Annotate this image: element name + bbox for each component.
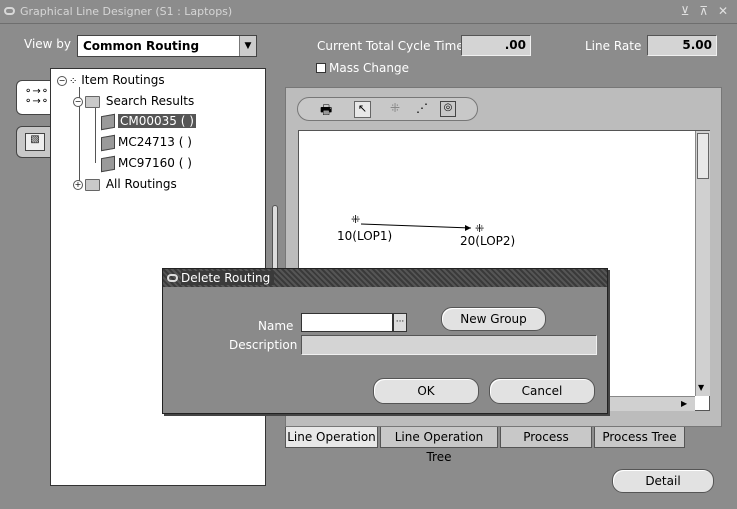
precedence-arrow[interactable] (360, 223, 472, 229)
vertical-scrollbar[interactable]: ▼ (695, 131, 710, 396)
new-group-button[interactable]: New Group (441, 307, 546, 331)
diagram-toolbar: 🖶 ↖ ⁜ ⋰ ◎ (297, 97, 478, 121)
zoom-fit-icon[interactable]: ◎ (440, 101, 456, 117)
collapse-icon[interactable]: − (73, 96, 83, 107)
tree-node-item-routings[interactable]: − ⁘ Item Routings (57, 73, 165, 87)
oracle-icon (4, 7, 15, 15)
item-cube-icon (101, 134, 115, 151)
line-rate-field[interactable]: 5.00 (647, 35, 717, 56)
ok-button[interactable]: OK (373, 378, 479, 404)
delete-routing-dialog: Delete Routing Name ··· New Group Descri… (162, 268, 608, 414)
node-icon[interactable]: ⁜ (390, 101, 400, 115)
tree-label: Search Results (105, 94, 195, 108)
scroll-thumb[interactable] (697, 133, 709, 179)
link-icon[interactable]: ⋰ (416, 101, 428, 115)
view-by-label: View by (24, 37, 72, 51)
name-label: Name (258, 319, 294, 333)
name-input[interactable] (301, 313, 393, 332)
tree-label: Item Routings (81, 73, 165, 87)
description-label: Description (229, 338, 298, 352)
tree-label: MC24713 ( ) (118, 135, 192, 149)
mass-change-checkbox[interactable] (316, 63, 326, 73)
tree-item-cm00035[interactable]: CM00035 ( ) (101, 113, 196, 130)
tree-node-all-routings[interactable]: + All Routings (73, 177, 177, 191)
node-icon[interactable]: ⁜ (351, 213, 360, 226)
oracle-icon (167, 274, 178, 282)
cycle-time-label: Current Total Cycle Time (317, 39, 464, 53)
scroll-right-icon[interactable]: ▶ (681, 399, 687, 408)
window-titlebar: Graphical Line Designer (S1 : Laptops) ⊻… (0, 0, 737, 24)
pointer-icon[interactable]: ↖ (354, 101, 371, 118)
operation-node-lop2[interactable]: 20(LOP2) (460, 234, 515, 248)
folder-icon (85, 95, 100, 108)
tab-line-operation-tree[interactable]: Line Operation Tree (380, 427, 498, 464)
tree-item-mc97160[interactable]: MC97160 ( ) (101, 155, 192, 172)
tree-node-search-results[interactable]: − Search Results (73, 94, 194, 108)
arrow-head (465, 225, 471, 231)
routing-network-icon: ⚬→⚬ ⚬→⚬ (24, 86, 50, 107)
window-title: Graphical Line Designer (S1 : Laptops) (20, 5, 233, 18)
network-icon: ⁘ (69, 76, 78, 87)
operation-node-lop1[interactable]: 10(LOP1) (337, 229, 392, 243)
tab-line-operation[interactable]: Line Operation (285, 427, 378, 448)
tab-process[interactable]: Process (500, 427, 592, 448)
cycle-time-field[interactable]: .00 (461, 35, 531, 56)
line-rate-label: Line Rate (585, 39, 642, 53)
detail-button[interactable]: Detail (612, 469, 714, 493)
collapse-icon[interactable]: − (57, 75, 67, 86)
list-of-values-button[interactable]: ··· (393, 313, 407, 332)
mass-change-label: Mass Change (329, 61, 409, 75)
routing-view-tab[interactable]: ⚬→⚬ ⚬→⚬ (16, 80, 52, 115)
expand-icon[interactable]: + (73, 179, 83, 190)
print-icon[interactable]: 🖶 (320, 101, 332, 123)
scroll-down-icon[interactable]: ▼ (698, 383, 704, 392)
tree-item-mc24713[interactable]: MC24713 ( ) (101, 134, 192, 151)
chevron-down-icon[interactable]: ▼ (239, 36, 256, 56)
splitter-handle[interactable] (272, 205, 278, 275)
window-controls[interactable]: ⊻ ⊼ ✕ (681, 4, 731, 18)
view-by-select[interactable]: Common Routing ▼ (77, 35, 257, 57)
cancel-button[interactable]: Cancel (489, 378, 595, 404)
tree-label: MC97160 ( ) (118, 156, 192, 170)
view-by-value: Common Routing (83, 39, 200, 53)
dialog-title: Delete Routing (181, 271, 275, 285)
tree-label: CM00035 ( ) (118, 114, 196, 128)
tree-line (95, 107, 96, 163)
description-field[interactable] (301, 335, 597, 355)
dialog-titlebar[interactable]: Delete Routing (163, 269, 607, 287)
folder-icon (85, 178, 100, 191)
item-cube-icon (101, 155, 115, 172)
tree-label: All Routings (105, 177, 177, 191)
item-cube-icon (101, 113, 115, 130)
image-icon: ▧ (25, 133, 45, 151)
tab-process-tree[interactable]: Process Tree (594, 427, 685, 448)
image-view-tab[interactable]: ▧ (16, 126, 52, 158)
